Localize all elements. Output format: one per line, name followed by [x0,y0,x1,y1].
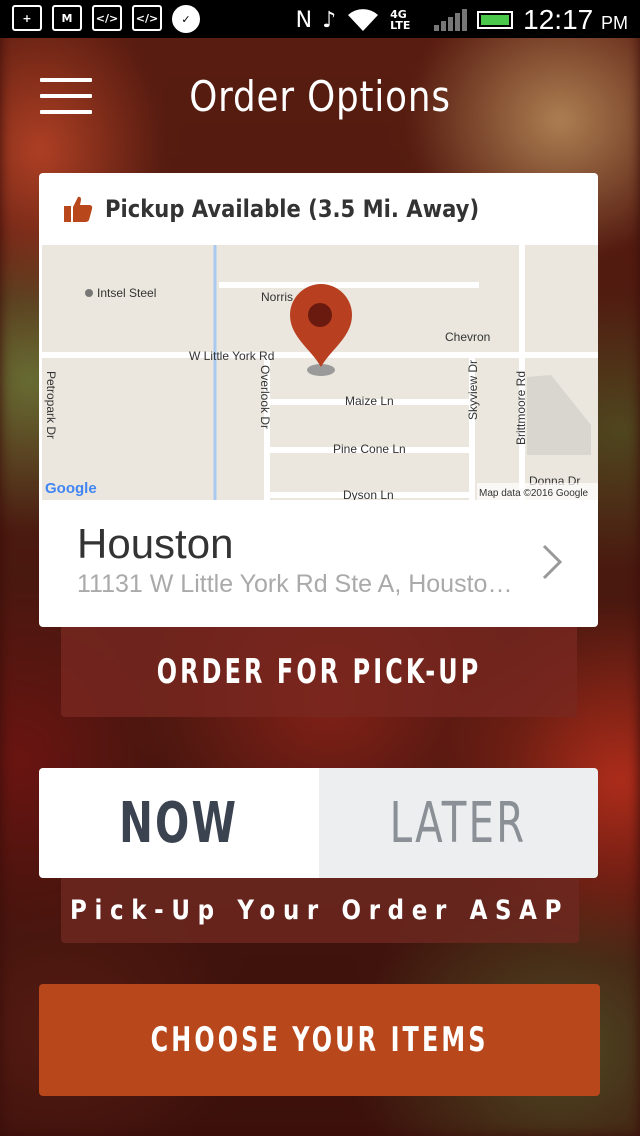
map-label: Intsel Steel [97,286,156,300]
wifi-icon [348,9,379,31]
map-label: Skyview Dr [466,360,480,420]
later-label: LATER [389,790,527,856]
clock: 12:17 PM [523,4,628,35]
later-tab[interactable]: LATER [318,768,598,878]
code-icon: </> [92,5,122,31]
map-label: Norris [261,290,293,304]
asap-label: Pick-Up Your Order ASAP [70,895,570,926]
map-label: Chevron [445,330,490,344]
location-row[interactable]: Houston 11131 W Little York Rd Ste A, Ho… [39,500,598,627]
header: Order Options [0,38,640,158]
code-icon: </> [132,5,162,31]
add-icon: + [12,5,42,31]
location-address: 11131 W Little York Rd Ste A, Houston, T… [77,570,517,598]
page-title: Order Options [189,72,451,121]
time-toggle: NOW LATER [39,768,598,878]
map-label: W Little York Rd [189,349,274,363]
map-label: Petropark Dr [44,371,58,439]
map-label: Maize Ln [345,394,394,408]
location-card: Pickup Available (3.5 Mi. Away) Intsel S… [39,173,598,627]
mute-icon: ♪ [322,7,337,33]
check-icon: ✓ [172,5,200,33]
order-for-pickup-button[interactable]: ORDER FOR PICK-UP [61,627,577,717]
gmail-icon: M [52,5,82,31]
network-type: 4G LTE [390,8,411,32]
asap-banner: Pick-Up Your Order ASAP [61,878,579,943]
google-logo: Google [45,480,97,497]
nfc-icon: N [295,7,313,33]
map-label: Dyson Ln [343,488,394,500]
pickup-label: Pickup Available (3.5 Mi. Away) [105,195,480,223]
choose-your-items-label: CHOOSE YOUR ITEMS [150,1020,489,1060]
thumbs-up-icon [64,196,93,222]
map[interactable]: Intsel Steel Norris Chevron W Little Yor… [39,245,598,500]
pickup-availability: Pickup Available (3.5 Mi. Away) [39,173,598,245]
map-label: Pine Cone Ln [333,442,406,456]
order-for-pickup-label: ORDER FOR PICK-UP [156,652,482,692]
location-city: Houston [77,520,234,567]
signal-icon [434,9,468,31]
map-label: Brittmoore Rd [514,371,528,445]
status-bar: + M </> </> ✓ N ♪ 4G LTE 12:17 PM [0,0,640,38]
now-label: NOW [119,790,239,856]
now-tab[interactable]: NOW [39,768,319,878]
chevron-right-icon [542,544,563,580]
choose-your-items-button[interactable]: CHOOSE YOUR ITEMS [39,984,600,1096]
map-label: Overlook Dr [258,365,272,429]
battery-icon [477,11,514,29]
map-attribution: Map data ©2016 Google [479,488,589,499]
